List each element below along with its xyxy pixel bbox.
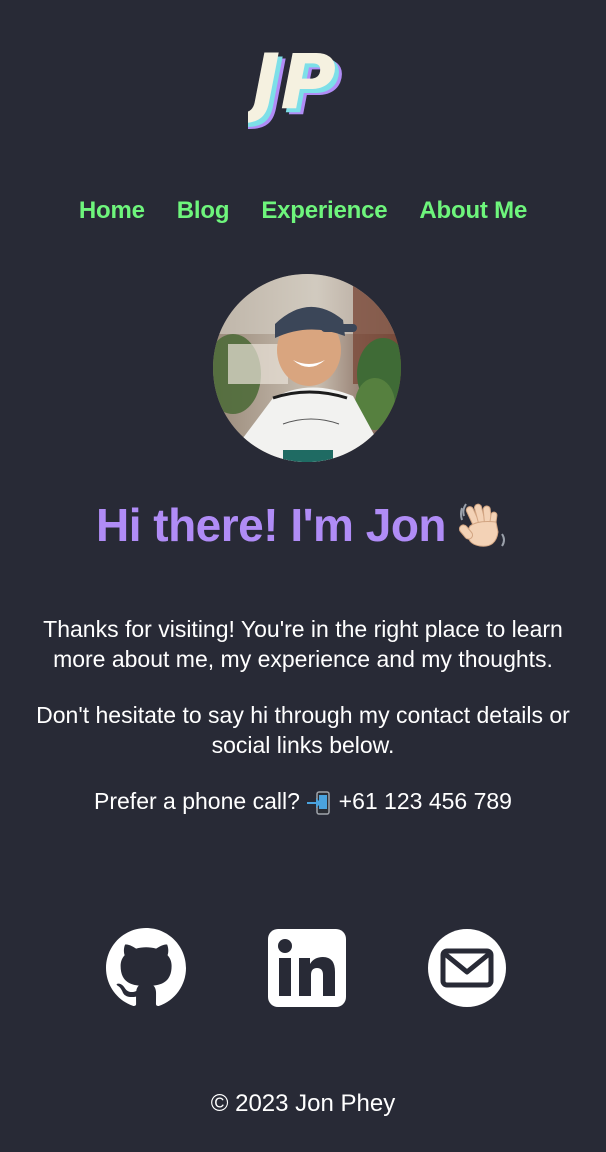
email-link[interactable] — [427, 928, 507, 1008]
footer-copyright: © 2023 Jon Phey — [210, 1090, 396, 1117]
profile-photo — [213, 274, 401, 462]
waving-hand-icon — [458, 503, 506, 547]
phone-number[interactable]: +61 123 456 789 — [339, 788, 512, 814]
intro-section: Thanks for visiting! You're in the right… — [30, 614, 576, 842]
email-icon — [428, 929, 506, 1007]
linkedin-link[interactable] — [267, 928, 347, 1008]
headline: Hi there! I'm Jon — [0, 494, 606, 556]
page-title: Hi there! I'm Jon — [95, 499, 447, 551]
nav-about-me[interactable]: About Me — [419, 194, 527, 228]
page: JP JP JP Home Blog Experience About Me H… — [0, 0, 606, 1152]
linkedin-icon — [268, 929, 346, 1007]
jp-logo[interactable]: JP JP JP — [248, 40, 364, 132]
phone-prefix: Prefer a phone call? — [94, 788, 300, 814]
phone-paragraph: Prefer a phone call? +61 123 456 789 — [30, 786, 576, 816]
nav-experience[interactable]: Experience — [261, 194, 387, 228]
nav-home[interactable]: Home — [79, 194, 145, 228]
intro-paragraph: Thanks for visiting! You're in the right… — [43, 616, 563, 672]
github-icon — [106, 928, 186, 1007]
github-link[interactable] — [106, 928, 186, 1008]
mobile-phone-arrow-icon — [307, 791, 331, 815]
nav-blog[interactable]: Blog — [177, 194, 230, 228]
social-links — [0, 928, 606, 1008]
contact-paragraph: Don't hesitate to say hi through my cont… — [36, 702, 570, 758]
logo-text: JP — [248, 40, 336, 126]
main-nav: Home Blog Experience About Me — [0, 194, 606, 228]
